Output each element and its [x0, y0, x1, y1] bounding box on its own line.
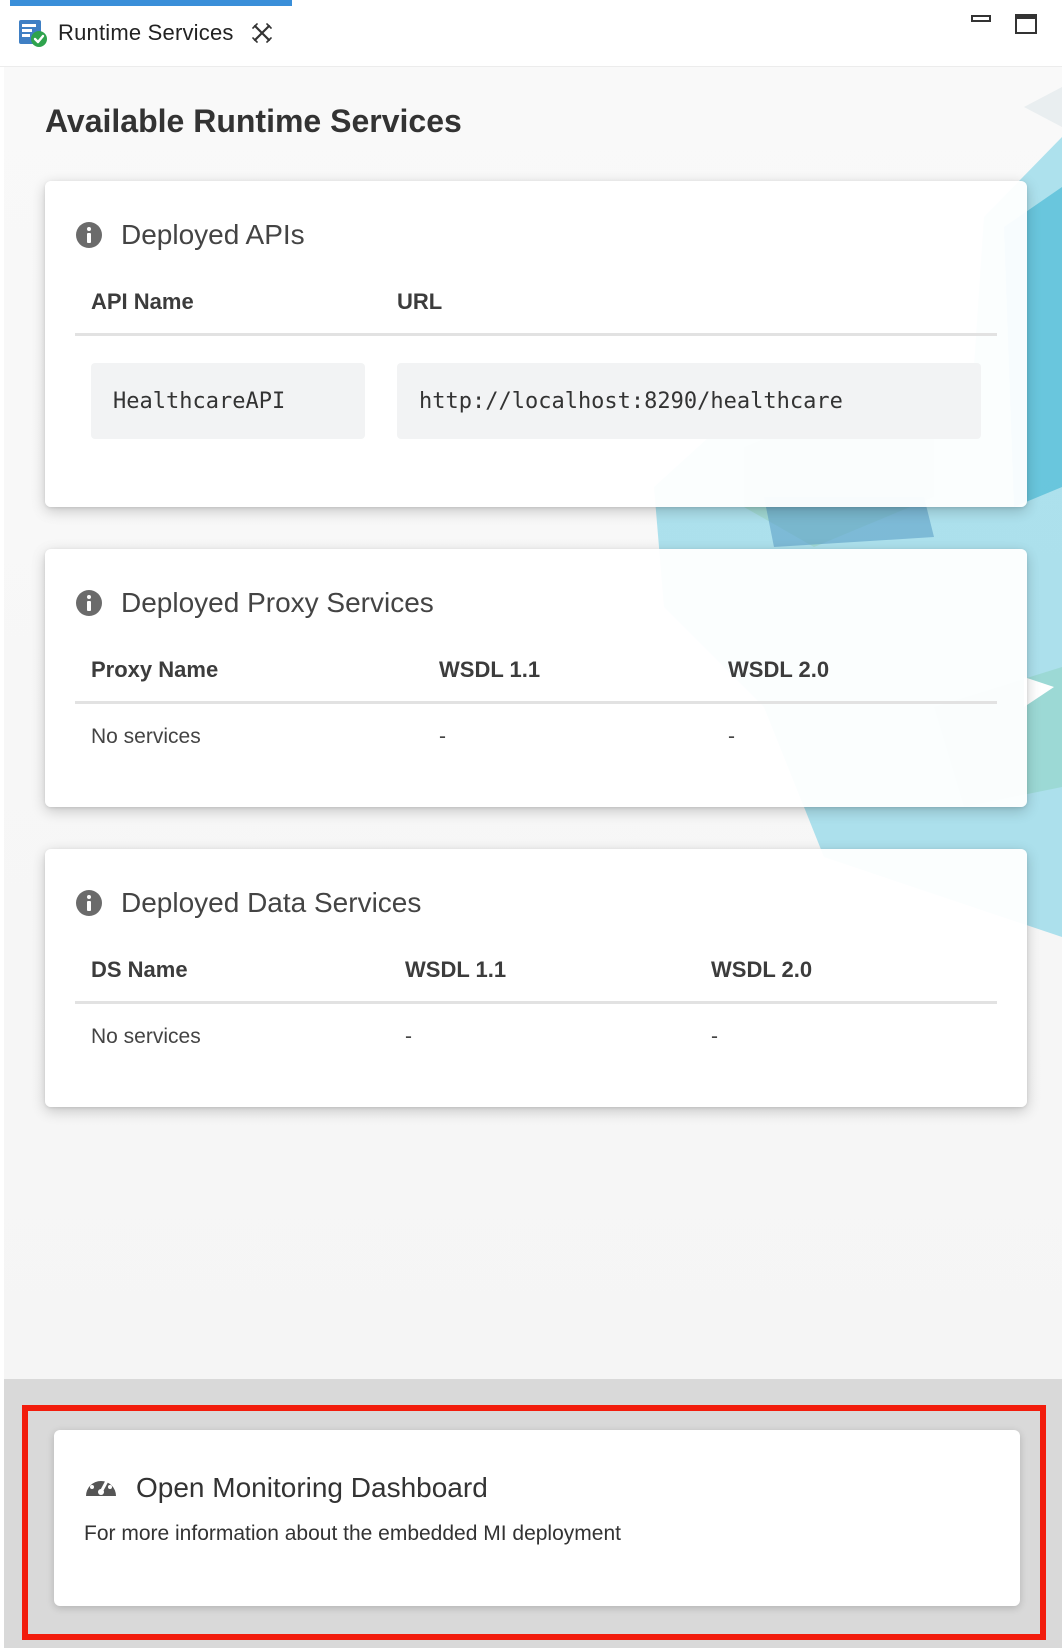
- runtime-services-view: Available Runtime Services Deployed APIs…: [4, 67, 1062, 1379]
- proxy-name-cell: No services: [91, 725, 201, 748]
- deployed-proxy-services-card: Deployed Proxy Services Proxy Name WSDL …: [45, 549, 1027, 807]
- deployed-apis-card: Deployed APIs API Name URL HealthcareAPI…: [45, 181, 1027, 507]
- ds-wsdl-2-0-cell: -: [711, 1025, 718, 1048]
- tab-runtime-services[interactable]: Runtime Services: [18, 16, 274, 50]
- table-divider: [75, 333, 997, 336]
- minimize-icon[interactable]: [970, 12, 992, 39]
- table-divider: [75, 1001, 997, 1004]
- column-header-wsdl-2-0: WSDL 2.0: [711, 957, 813, 982]
- info-icon: [75, 589, 103, 617]
- editor-tab-bar: Runtime Services: [0, 0, 1062, 67]
- tab-title: Runtime Services: [58, 20, 234, 45]
- speedometer-icon: [84, 1470, 118, 1505]
- column-header-api-name: API Name: [91, 289, 194, 314]
- deployed-data-services-card: Deployed Data Services DS Name WSDL 1.1 …: [45, 849, 1027, 1107]
- api-url-cell[interactable]: http://localhost:8290/healthcare: [397, 363, 981, 439]
- dashboard-card-description: For more information about the embedded …: [84, 1522, 621, 1545]
- column-header-ds-name: DS Name: [91, 957, 188, 982]
- card-title: Deployed Proxy Services: [121, 587, 434, 618]
- column-header-wsdl-1-1: WSDL 1.1: [405, 957, 507, 982]
- dashboard-card-title: Open Monitoring Dashboard: [136, 1471, 488, 1503]
- api-name-cell: HealthcareAPI: [91, 363, 365, 439]
- monitoring-panel: Open Monitoring Dashboard For more infor…: [4, 1379, 1062, 1648]
- table-divider: [75, 701, 997, 704]
- maximize-icon[interactable]: [1014, 12, 1038, 41]
- proxy-wsdl-1-1-cell: -: [439, 725, 446, 748]
- card-title: Deployed Data Services: [121, 887, 422, 918]
- column-header-wsdl-2-0: WSDL 2.0: [728, 657, 830, 682]
- close-icon[interactable]: [250, 21, 274, 45]
- info-icon: [75, 221, 103, 249]
- open-monitoring-dashboard-card[interactable]: Open Monitoring Dashboard For more infor…: [54, 1430, 1020, 1606]
- ds-wsdl-1-1-cell: -: [405, 1025, 412, 1048]
- runtime-services-icon: [18, 18, 48, 48]
- card-title: Deployed APIs: [121, 219, 305, 250]
- page-title: Available Runtime Services: [45, 103, 462, 139]
- info-icon: [75, 889, 103, 917]
- column-header-proxy-name: Proxy Name: [91, 657, 219, 682]
- ds-name-cell: No services: [91, 1025, 201, 1048]
- deployed-data-services-header: Deployed Data Services: [75, 887, 421, 919]
- proxy-wsdl-2-0-cell: -: [728, 725, 735, 748]
- column-header-wsdl-1-1: WSDL 1.1: [439, 657, 541, 682]
- active-tab-indicator: [10, 0, 292, 6]
- deployed-proxy-services-header: Deployed Proxy Services: [75, 587, 434, 619]
- column-header-url: URL: [397, 289, 443, 314]
- deployed-apis-header: Deployed APIs: [75, 219, 305, 251]
- dashboard-card-header: Open Monitoring Dashboard: [84, 1470, 488, 1505]
